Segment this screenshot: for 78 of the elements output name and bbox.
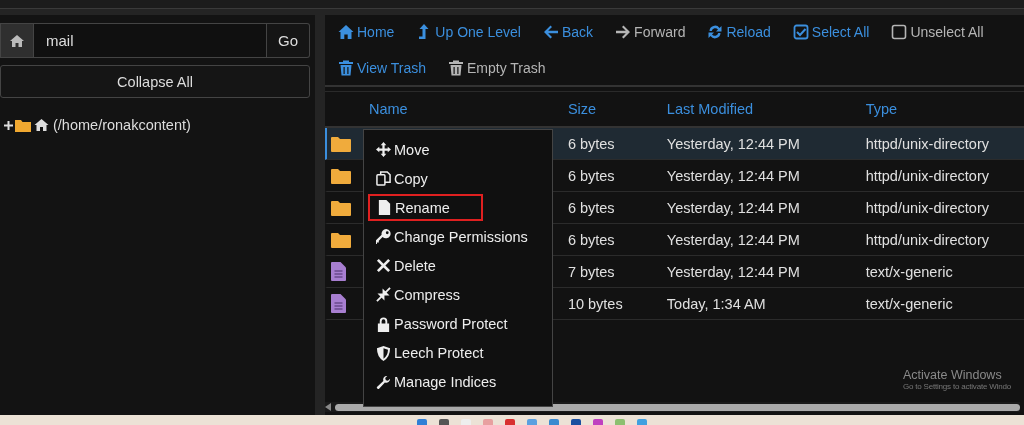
table-cell-text: 6 bytes [567, 135, 616, 152]
table-cell-text: Yesterday, 12:44 PM [666, 231, 801, 248]
scroll-left-icon[interactable] [325, 403, 331, 411]
home-icon [33, 118, 50, 132]
folder-icon [331, 231, 351, 248]
folder-icon [331, 167, 351, 184]
taskbar-icon[interactable] [571, 419, 581, 425]
table-cell-text: text/x-generic [865, 295, 954, 312]
folder-icon [15, 118, 31, 132]
table-cell-text: Yesterday, 12:44 PM [666, 199, 801, 216]
taskbar-icon[interactable] [593, 419, 603, 425]
document-icon [331, 262, 346, 281]
home-icon [338, 24, 354, 40]
refresh-icon [707, 24, 724, 40]
toolbar-button[interactable]: Up One Level [416, 17, 521, 47]
menu-item[interactable]: Leech Protect [364, 338, 552, 368]
column-header[interactable]: Type [865, 101, 1024, 117]
compress-icon [376, 287, 391, 303]
menu-item[interactable]: Change Permissions [364, 222, 552, 252]
table-cell-text: 10 bytes [567, 295, 624, 312]
wrench-icon [376, 374, 391, 390]
go-button[interactable]: Go [267, 23, 310, 58]
table-cell-text: 6 bytes [567, 199, 616, 216]
table-cell-text: Yesterday, 12:44 PM [666, 263, 801, 280]
checkbox-checked-icon [792, 24, 809, 40]
taskbar-icon[interactable] [505, 419, 515, 425]
key-icon [376, 229, 391, 245]
activation-title: Activate Windows [903, 368, 1003, 382]
folder-icon [331, 199, 351, 216]
table-cell-text: httpd/unix-directory [865, 231, 990, 248]
toolbar-button[interactable]: Home [338, 17, 395, 47]
path-field[interactable]: mail [33, 23, 267, 58]
tree-item[interactable]: (/home/ronakcontent) [53, 117, 191, 133]
activation-message: Go to Settings to activate Windo [903, 382, 1011, 391]
table-cell-text: 7 bytes [567, 263, 616, 280]
arrow-right-icon [615, 24, 632, 40]
table-cell-text: httpd/unix-directory [865, 135, 990, 152]
table-cell-text: 6 bytes [567, 167, 616, 184]
table-cell-text: Today, 1:34 AM [666, 295, 767, 312]
menu-item[interactable]: Manage Indices [364, 367, 552, 397]
taskbar-icon[interactable] [483, 419, 493, 425]
lock-icon [376, 316, 391, 332]
file-icon [377, 200, 392, 216]
collapse-all-button[interactable]: Collapse All [0, 65, 310, 98]
table-cell-text: httpd/unix-directory [865, 167, 990, 184]
table-cell-text: text/x-generic [865, 263, 954, 280]
table-cell-text: Yesterday, 12:44 PM [666, 135, 801, 152]
document-icon [331, 294, 346, 313]
column-header[interactable]: Name [369, 101, 568, 117]
taskbar-icon[interactable] [549, 419, 559, 425]
home-icon [9, 33, 25, 48]
shield-icon [376, 345, 391, 361]
trash-icon [338, 60, 354, 76]
table-cell-text: httpd/unix-directory [865, 199, 990, 216]
table-cell-text: Yesterday, 12:44 PM [666, 167, 801, 184]
toolbar-button[interactable]: Select All [792, 17, 870, 47]
taskbar-icon[interactable] [637, 419, 647, 425]
taskbar-icon[interactable] [527, 419, 537, 425]
taskbar-icon[interactable] [615, 419, 625, 425]
arrow-left-icon [542, 24, 559, 40]
folder-icon [331, 135, 351, 152]
column-header[interactable]: Size [567, 101, 667, 117]
table-cell-text: 6 bytes [567, 231, 616, 248]
taskbar-icon[interactable] [439, 419, 449, 425]
close-icon [376, 258, 391, 274]
checkbox-icon [891, 24, 908, 40]
move-icon [376, 142, 391, 158]
toolbar-button[interactable]: View Trash [338, 53, 426, 83]
menu-item[interactable]: Rename [368, 194, 483, 222]
toolbar-button[interactable]: Back [542, 17, 594, 47]
taskbar-icon[interactable] [417, 419, 427, 425]
expand-icon[interactable] [4, 120, 13, 130]
home-button[interactable] [0, 23, 33, 58]
trash-icon [448, 60, 464, 76]
copy-icon [376, 171, 391, 187]
column-header[interactable]: Last Modified [666, 101, 866, 117]
menu-item[interactable]: Copy [364, 164, 552, 194]
toolbar-button[interactable]: Reload [707, 17, 771, 47]
